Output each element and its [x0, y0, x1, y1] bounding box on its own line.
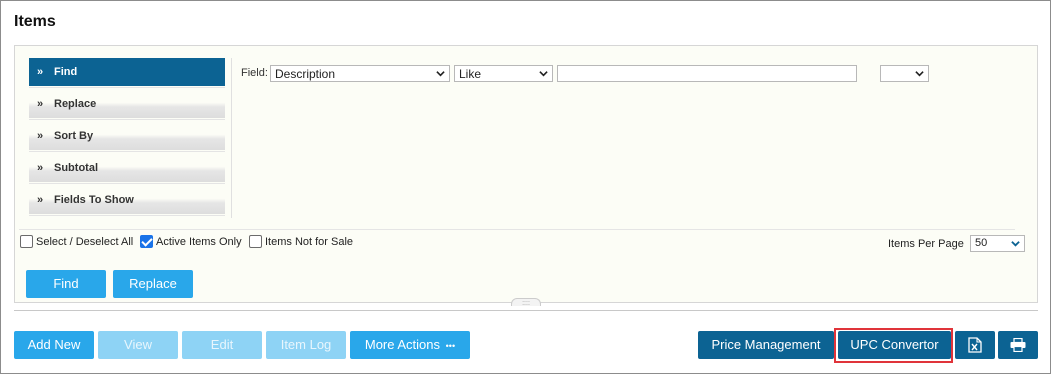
chevron-down-icon	[436, 71, 445, 77]
chevron-down-icon	[1011, 241, 1020, 247]
toolbar-divider	[14, 310, 1038, 311]
menu-item-label: Sort By	[54, 130, 94, 142]
menu-item-sort-by[interactable]: » Sort By	[29, 122, 225, 152]
chevron-right-icon: »	[37, 66, 44, 78]
not-for-sale-option[interactable]: Items Not for Sale	[249, 235, 353, 248]
panel-divider	[19, 229, 1015, 230]
menu-item-find[interactable]: » Find	[29, 58, 225, 88]
field-select-value: Description	[275, 67, 336, 81]
chevron-down-icon	[915, 71, 924, 77]
items-per-page-value: 50	[975, 237, 988, 249]
menu-item-label: Fields To Show	[54, 194, 134, 206]
search-menu: » Find » Replace » Sort By » Subtotal » …	[29, 58, 225, 218]
more-actions-button[interactable]: More Actions •••	[350, 331, 470, 359]
resize-grip-icon[interactable]: ::::	[511, 298, 541, 307]
printer-icon	[1010, 337, 1026, 353]
extra-select[interactable]	[880, 65, 929, 82]
menu-item-label: Replace	[54, 98, 97, 110]
menu-item-subtotal[interactable]: » Subtotal	[29, 154, 225, 184]
upc-convertor-highlight	[834, 328, 953, 363]
operator-select-value: Like	[459, 67, 482, 81]
menu-item-label: Find	[54, 66, 78, 78]
not-for-sale-label: Items Not for Sale	[265, 235, 354, 248]
menu-divider	[231, 58, 232, 218]
excel-export-icon	[968, 337, 982, 353]
chevron-right-icon: »	[37, 194, 44, 206]
not-for-sale-checkbox[interactable]	[249, 235, 262, 248]
find-button[interactable]: Find	[26, 270, 106, 298]
more-actions-label: More Actions	[364, 337, 441, 352]
excel-export-button[interactable]	[955, 331, 995, 359]
price-management-button[interactable]: Price Management	[698, 331, 834, 359]
select-all-label: Select / Deselect All	[36, 235, 134, 248]
view-button[interactable]: View	[98, 331, 178, 359]
print-button[interactable]	[998, 331, 1038, 359]
select-all-option[interactable]: Select / Deselect All	[20, 235, 133, 248]
operator-select[interactable]: Like	[454, 65, 553, 82]
select-all-checkbox[interactable]	[20, 235, 33, 248]
chevron-down-icon	[539, 71, 548, 77]
edit-button[interactable]: Edit	[182, 331, 262, 359]
menu-item-fields-to-show[interactable]: » Fields To Show	[29, 186, 225, 216]
field-select[interactable]: Description	[270, 65, 450, 82]
menu-item-replace[interactable]: » Replace	[29, 90, 225, 120]
more-dots-icon: •••	[445, 341, 456, 351]
items-per-page-label: Items Per Page	[888, 238, 964, 250]
field-label: Field:	[241, 67, 268, 79]
active-only-label: Active Items Only	[156, 235, 242, 248]
item-log-button[interactable]: Item Log	[266, 331, 346, 359]
active-only-option[interactable]: Active Items Only	[140, 235, 242, 248]
page-title: Items	[14, 13, 56, 30]
chevron-right-icon: »	[37, 162, 44, 174]
chevron-right-icon: »	[37, 98, 44, 110]
replace-button[interactable]: Replace	[113, 270, 193, 298]
items-per-page-select[interactable]: 50	[970, 235, 1025, 252]
search-panel: » Find » Replace » Sort By » Subtotal » …	[14, 45, 1038, 307]
active-only-checkbox[interactable]	[140, 235, 153, 248]
search-value-input[interactable]	[557, 65, 857, 82]
chevron-right-icon: »	[37, 130, 44, 142]
items-window: Items » Find » Replace » Sort By » Subto…	[0, 0, 1051, 374]
menu-item-label: Subtotal	[54, 162, 98, 174]
add-new-button[interactable]: Add New	[14, 331, 94, 359]
